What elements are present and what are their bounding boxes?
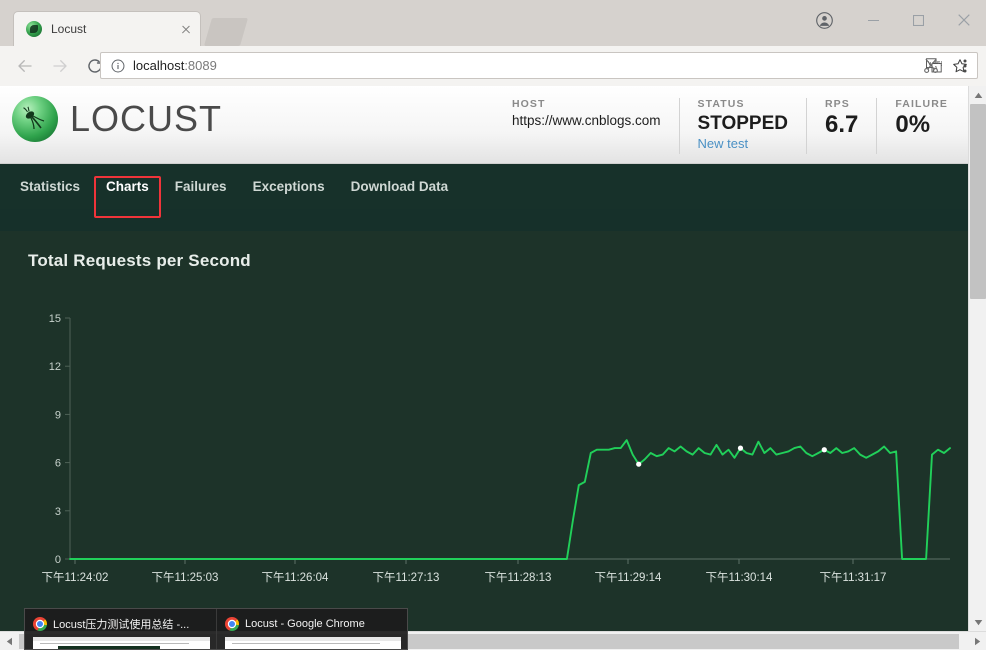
tab-exceptions[interactable]: Exceptions <box>253 179 325 194</box>
svg-text:下午11:27:13: 下午11:27:13 <box>373 571 440 584</box>
stat-status-label: STATUS <box>697 98 745 110</box>
stat-host-label: HOST <box>511 98 546 110</box>
new-test-link[interactable]: New test <box>698 136 788 151</box>
stat-status-value: STOPPED <box>697 113 788 134</box>
minimize-icon[interactable] <box>851 0 896 40</box>
chart-panel: Total Requests per Second 0 3 6 9 12 15 下午11:2… <box>0 209 968 631</box>
taskbar-preview-item-1[interactable]: Locust压力测试使用总结 -... <box>25 609 216 649</box>
svg-text:15: 15 <box>49 313 61 325</box>
svg-text:下午11:31:17: 下午11:31:17 <box>820 571 887 584</box>
svg-text:下午11:25:03: 下午11:25:03 <box>152 571 219 584</box>
url-port: :8089 <box>184 58 217 73</box>
three-dot-menu-icon[interactable] <box>952 52 978 79</box>
window-controls <box>851 0 986 40</box>
chrome-window: Locust localhost:8089 A LOCUST HOST http… <box>0 0 986 650</box>
address-bar[interactable]: localhost:8089 \u6587 A <box>100 52 978 79</box>
vertical-scroll-thumb[interactable] <box>970 104 986 299</box>
scroll-up-arrow-icon[interactable] <box>969 86 986 104</box>
scissors-icon[interactable] <box>916 52 946 79</box>
svg-text:6: 6 <box>55 458 61 470</box>
taskbar-item-title: Locust - Google Chrome <box>245 618 365 630</box>
svg-text:下午11:29:14: 下午11:29:14 <box>595 571 663 584</box>
page-viewport: LOCUST HOST https://www.cnblogs.com STAT… <box>0 86 986 631</box>
locust-brand[interactable]: LOCUST <box>12 96 222 142</box>
url-text: localhost:8089 <box>133 58 921 73</box>
stat-rps-value: 6.7 <box>825 111 859 138</box>
stat-rps-label: RPS <box>825 98 850 110</box>
svg-text:下午11:30:14: 下午11:30:14 <box>706 571 774 584</box>
stat-failure-value: 0% <box>895 111 931 138</box>
forward-arrow-icon[interactable] <box>45 51 75 81</box>
title-bar: Locust <box>0 0 986 46</box>
svg-text:0: 0 <box>55 554 61 566</box>
tab-charts[interactable]: Charts <box>106 179 149 194</box>
taskbar-item-thumbnail <box>33 637 210 649</box>
locust-navbar: Statistics Charts Failures Exceptions Do… <box>0 164 968 209</box>
maximize-icon[interactable] <box>896 0 941 40</box>
locust-favicon-icon <box>26 21 42 37</box>
chrome-icon <box>225 617 239 631</box>
new-tab-button[interactable] <box>203 18 249 46</box>
tab-download-data[interactable]: Download Data <box>351 179 449 194</box>
scroll-right-arrow-icon[interactable] <box>968 632 986 650</box>
tab-title: Locust <box>51 22 87 36</box>
svg-text:3: 3 <box>55 506 61 518</box>
url-host: localhost <box>133 58 185 73</box>
tab-failures[interactable]: Failures <box>175 179 227 194</box>
locust-logo-icon <box>12 96 58 142</box>
stat-failure-label: FAILURE <box>895 98 948 110</box>
browser-tab-locust[interactable]: Locust <box>14 12 200 46</box>
svg-text:下午11:26:04: 下午11:26:04 <box>262 571 330 584</box>
account-icon[interactable] <box>808 4 840 36</box>
stat-host-value: https://www.cnblogs.com <box>511 113 661 128</box>
info-circle-icon[interactable] <box>109 57 127 75</box>
taskbar-thumbnail-preview: Locust压力测试使用总结 -... Locust - Google Chro… <box>24 608 408 650</box>
svg-text:12: 12 <box>49 361 61 373</box>
svg-text:下午11:24:02: 下午11:24:02 <box>42 571 109 584</box>
stat-rps: RPS 6.7 <box>806 98 876 154</box>
close-icon[interactable] <box>941 0 986 40</box>
stat-failure: FAILURE 0% <box>876 98 966 154</box>
close-tab-icon[interactable] <box>178 21 194 37</box>
stat-host: HOST https://www.cnblogs.com <box>494 98 679 154</box>
locust-header: LOCUST HOST https://www.cnblogs.com STAT… <box>0 86 968 164</box>
taskbar-item-thumbnail <box>225 637 401 649</box>
taskbar-preview-item-2[interactable]: Locust - Google Chrome <box>216 609 407 649</box>
rps-line-chart: 0 3 6 9 12 15 下午11:24:02 下午11:25:03 下午11:26:04 下午… <box>42 313 951 584</box>
tab-statistics[interactable]: Statistics <box>20 179 80 194</box>
scroll-down-arrow-icon[interactable] <box>969 613 986 631</box>
stat-status: STATUS STOPPED New test <box>678 98 806 154</box>
page-vertical-scrollbar[interactable] <box>968 86 986 631</box>
nav-list: Statistics Charts Failures Exceptions Do… <box>0 164 968 209</box>
taskbar-item-title: Locust压力测试使用总结 -... <box>53 619 190 631</box>
svg-text:下午11:28:13: 下午11:28:13 <box>485 571 552 584</box>
back-arrow-icon[interactable] <box>10 51 40 81</box>
stats-bar: HOST https://www.cnblogs.com STATUS STOP… <box>494 98 966 154</box>
chrome-icon <box>33 617 47 631</box>
brand-wordmark: LOCUST <box>70 98 223 139</box>
scroll-left-arrow-icon[interactable] <box>0 632 18 650</box>
svg-text:9: 9 <box>55 409 61 421</box>
